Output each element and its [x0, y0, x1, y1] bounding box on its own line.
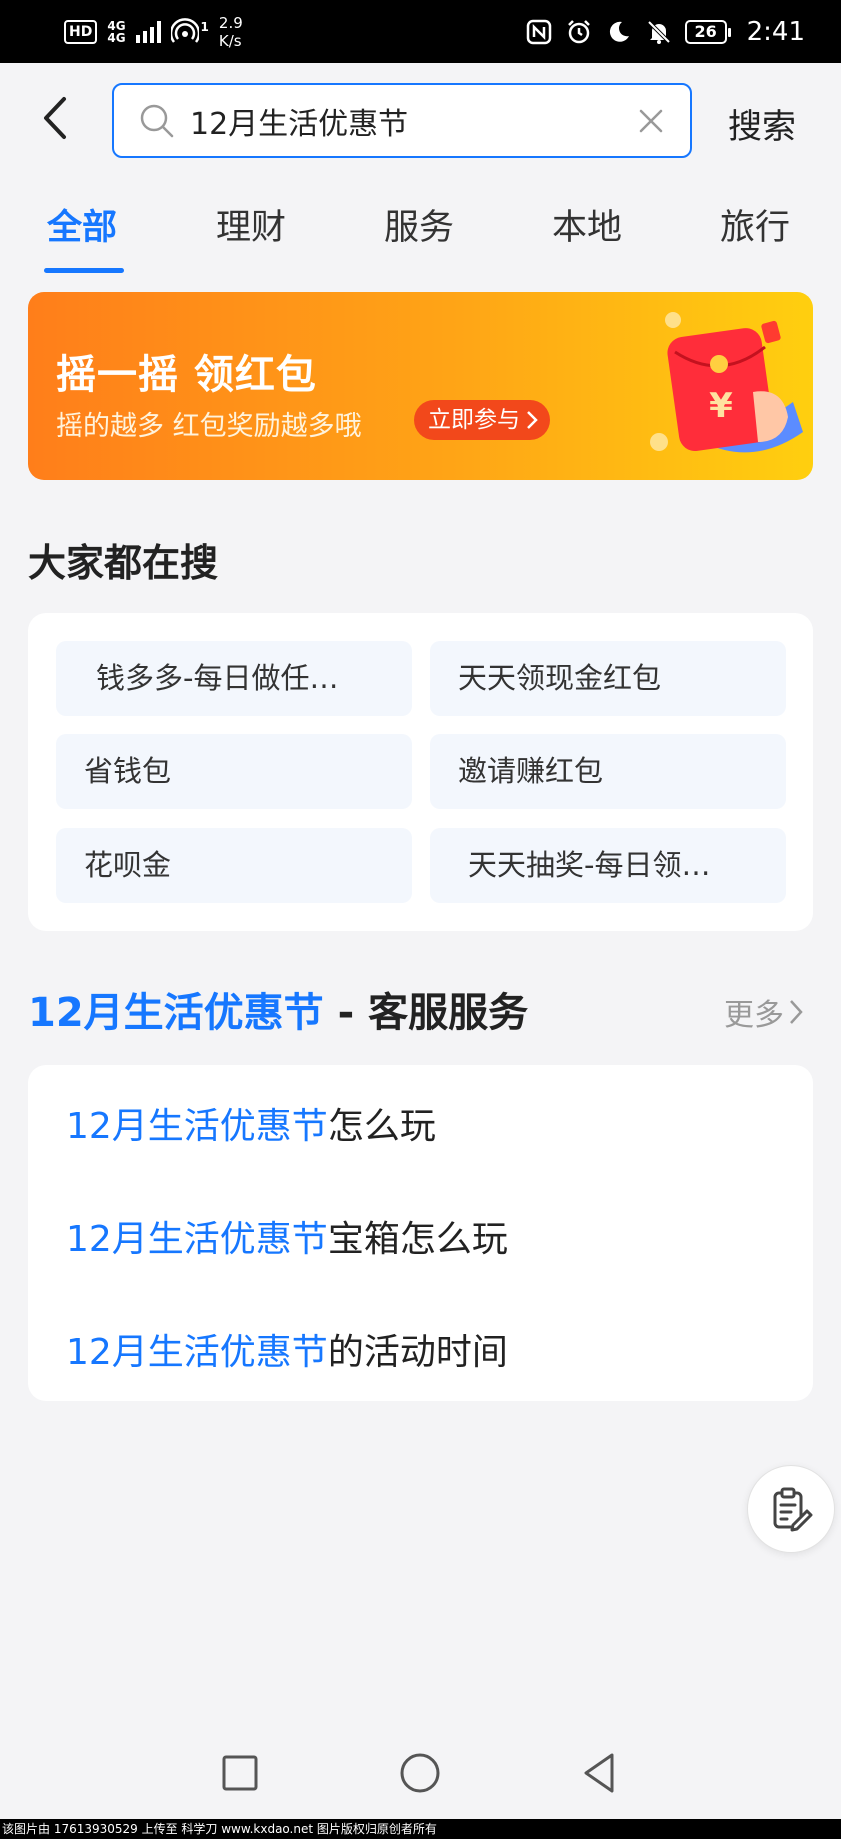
service-section-title: 12月生活优惠节 - 客服服务 [28, 980, 528, 1038]
search-input[interactable]: 12月生活优惠节 [112, 83, 692, 158]
watermark-text: 该图片由 17613930529 上传至 科学刀 www.kxdao.net 图… [0, 1819, 841, 1839]
service-item-suffix: 宝箱怎么玩 [327, 1219, 508, 1260]
join-now-button[interactable]: 立即参与 [414, 400, 550, 440]
service-item[interactable]: 12月生活优惠节怎么玩 [66, 1097, 436, 1149]
battery-indicator: 26 [684, 19, 731, 44]
chevron-right-icon [527, 411, 538, 429]
hot-search-chip[interactable]: 省钱包 [56, 734, 412, 809]
clock: 2:41 [746, 16, 805, 47]
hot-search-chip[interactable]: 天天抽奖-每日领… [430, 828, 786, 903]
feedback-button[interactable] [747, 1465, 835, 1553]
nfc-icon [525, 18, 553, 46]
service-title-rest: - 客服服务 [323, 990, 529, 1036]
hotspot-count: 1 [200, 19, 209, 34]
service-item-keyword: 12月生活优惠节 [66, 1106, 328, 1147]
hot-search-card: 钱多多-每日做任… 天天领现金红包 省钱包 邀请赚红包 花呗金 天天抽奖-每日领… [28, 613, 813, 931]
search-value[interactable]: 12月生活优惠节 [190, 99, 636, 143]
join-now-label: 立即参与 [428, 407, 520, 433]
svg-text:¥: ¥ [709, 386, 733, 426]
tab-all[interactable]: 全部 [47, 199, 117, 250]
tab-finance[interactable]: 理财 [216, 199, 286, 250]
network-type-bottom: 4G [107, 30, 126, 45]
alarm-icon [565, 18, 593, 46]
status-right: 26 2:41 [525, 17, 805, 47]
speed-unit: K/s [218, 31, 242, 50]
service-item-keyword: 12月生活优惠节 [66, 1332, 328, 1373]
search-icon [138, 102, 176, 140]
network-type: 4G 4G [107, 20, 125, 44]
service-item-suffix: 怎么玩 [327, 1106, 436, 1147]
clipboard-edit-icon [773, 1487, 813, 1532]
tab-travel[interactable]: 旅行 [720, 199, 790, 250]
hot-search-chip[interactable]: 钱多多-每日做任… [56, 641, 412, 716]
service-title-keyword: 12月生活优惠节 [28, 990, 324, 1036]
promo-banner[interactable]: 摇一摇 领红包 摇的越多 红包奖励越多哦 立即参与 ¥ [28, 292, 813, 480]
hot-search-title: 大家都在搜 [28, 541, 219, 585]
service-item-suffix: 的活动时间 [327, 1332, 508, 1373]
home-button[interactable] [396, 1749, 444, 1797]
service-item-keyword: 12月生活优惠节 [66, 1219, 328, 1260]
network-type-top: 4G [107, 18, 126, 33]
system-nav-bar [0, 1727, 841, 1819]
search-button[interactable]: 搜索 [728, 99, 796, 148]
hd-badge: HD [64, 19, 98, 44]
network-speed: 2.9 K/s [219, 14, 243, 50]
mute-bell-icon [645, 18, 673, 46]
back-nav-button[interactable] [576, 1749, 624, 1797]
banner-subtitle: 摇的越多 红包奖励越多哦 [56, 411, 362, 442]
speed-value: 2.9 [218, 13, 243, 32]
banner-title: 摇一摇 领红包 [56, 352, 317, 398]
category-tabs: 全部 理财 服务 本地 旅行 [0, 175, 841, 275]
service-card: 12月生活优惠节怎么玩 12月生活优惠节宝箱怎么玩 12月生活优惠节的活动时间 [28, 1065, 813, 1401]
signal-icon [135, 20, 161, 43]
tab-services[interactable]: 服务 [384, 199, 454, 250]
tab-local[interactable]: 本地 [552, 199, 622, 250]
service-item[interactable]: 12月生活优惠节的活动时间 [66, 1323, 508, 1375]
search-header: 12月生活优惠节 搜索 [0, 63, 841, 175]
hot-search-chip[interactable]: 邀请赚红包 [430, 734, 786, 809]
recent-apps-button[interactable] [216, 1749, 264, 1797]
back-button[interactable] [36, 93, 76, 143]
status-bar: HD 4G 4G 1 2.9 K/s 26 2:41 [0, 0, 841, 63]
status-left: HD 4G 4G 1 2.9 K/s [64, 14, 243, 50]
clear-icon[interactable] [636, 106, 666, 136]
hotspot-icon [170, 17, 199, 46]
moon-icon [605, 18, 633, 46]
tab-active-indicator [44, 268, 124, 273]
service-item[interactable]: 12月生活优惠节宝箱怎么玩 [66, 1210, 508, 1262]
red-envelope-illustration: ¥ [650, 312, 803, 453]
hot-search-chip[interactable]: 天天领现金红包 [430, 641, 786, 716]
more-link[interactable]: 更多 [724, 990, 804, 1034]
hot-search-chip[interactable]: 花呗金 [56, 828, 412, 903]
chevron-right-icon [790, 1000, 803, 1024]
more-label: 更多 [724, 998, 784, 1033]
